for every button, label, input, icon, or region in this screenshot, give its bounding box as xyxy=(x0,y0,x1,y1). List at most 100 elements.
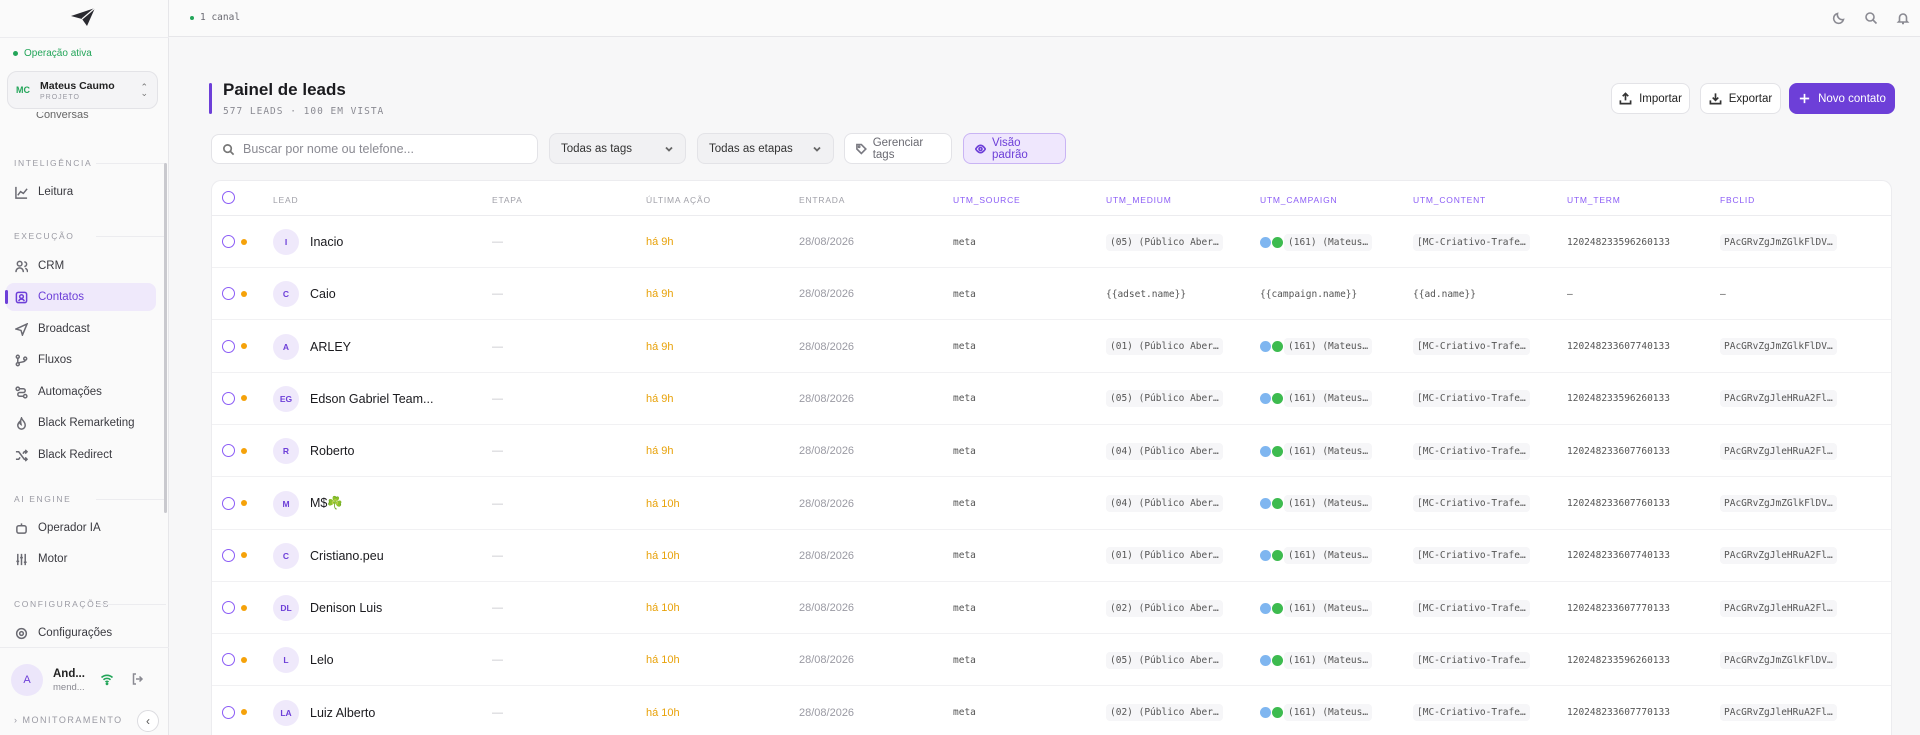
sidebar-item-leitura[interactable]: Leitura xyxy=(6,178,156,206)
operation-status: Operação ativa xyxy=(13,48,92,59)
search-input[interactable] xyxy=(243,142,523,156)
import-button[interactable]: Importar xyxy=(1611,83,1690,114)
manage-tags-label: Gerenciar tags xyxy=(872,136,924,161)
table-row[interactable]: I Inacio — há 9h 28/08/2026 meta (05) (Público… xyxy=(212,216,1891,268)
header-entrada[interactable]: ENTRADA xyxy=(799,195,845,205)
utm-campaign-cell: (161) (Mateus… xyxy=(1260,321,1405,373)
import-label: Importar xyxy=(1639,92,1682,105)
fbclid-cell: PAcGRvZgJmZGlkFlDV… xyxy=(1720,216,1865,268)
search-box[interactable] xyxy=(211,134,538,164)
table-row[interactable]: DL Denison Luis — há 10h 28/08/2026 meta (02) … xyxy=(212,582,1891,635)
new-contact-button[interactable]: Novo contato xyxy=(1789,83,1895,114)
table-row[interactable]: M M$☘️ — há 10h 28/08/2026 meta (04) (Público … xyxy=(212,478,1891,530)
sidebar-item-black-remarketing[interactable]: Black Remarketing xyxy=(6,409,156,437)
header-utm-source[interactable]: UTM_SOURCE xyxy=(953,195,1021,205)
header-lead[interactable]: LEAD xyxy=(273,195,298,205)
utm-campaign-cell: (161) (Mateus… xyxy=(1260,634,1405,686)
header-utm-content[interactable]: UTM_CONTENT xyxy=(1413,195,1486,205)
lead-cell[interactable]: C Caio xyxy=(273,268,483,320)
header-utm-medium[interactable]: UTM_MEDIUM xyxy=(1106,195,1172,205)
utm-medium-cell: (02) (Público Aber… xyxy=(1106,582,1251,634)
row-checkbox[interactable] xyxy=(222,391,235,405)
header-fbclid[interactable]: FBCLID xyxy=(1720,195,1755,205)
sidebar-item-fluxos[interactable]: Fluxos xyxy=(6,346,156,374)
utm-campaign-value: (161) (Mateus… xyxy=(1284,599,1373,617)
row-checkbox[interactable] xyxy=(222,548,235,562)
row-checkbox[interactable] xyxy=(222,601,235,615)
header-utm-campaign[interactable]: UTM_CAMPAIGN xyxy=(1260,195,1337,205)
last-action-cell: há 10h xyxy=(646,654,680,667)
sidebar-item-label: Motor xyxy=(38,553,68,565)
paper-plane-logo-icon[interactable] xyxy=(70,7,96,27)
sidebar-item-label: Black Remarketing xyxy=(38,417,135,429)
collapse-sidebar-button[interactable]: ‹ xyxy=(137,710,159,732)
logout-icon[interactable] xyxy=(131,672,145,686)
tags-select[interactable]: Todas as tags xyxy=(549,133,686,164)
sidebar-item-broadcast[interactable]: Broadcast xyxy=(6,315,156,343)
header-etapa[interactable]: ETAPA xyxy=(492,195,523,205)
fbclid-cell: PAcGRvZgJleHRuA2Fl… xyxy=(1720,582,1865,634)
table-row[interactable]: L Lelo — há 10h 28/08/2026 meta (05) (Público … xyxy=(212,634,1891,687)
bell-icon[interactable] xyxy=(1896,11,1910,25)
row-checkbox[interactable] xyxy=(222,287,235,301)
select-all-checkbox[interactable] xyxy=(222,191,235,204)
monitor-label: MONITORAMENTO xyxy=(22,715,123,725)
row-checkbox[interactable] xyxy=(222,235,235,248)
page-subtitle: 577 LEADS · 100 EM VISTA xyxy=(223,106,385,117)
status-dot-icon xyxy=(241,656,247,663)
sidebar-item-contatos[interactable]: Contatos xyxy=(5,283,156,311)
sidebar-item-conversas[interactable]: Conversas xyxy=(36,112,89,121)
lead-cell[interactable]: LA Luiz Alberto xyxy=(273,687,483,735)
utm-campaign-cell: (161) (Mateus… xyxy=(1260,373,1405,425)
table-row[interactable]: C Cristiano.peu — há 10h 28/08/2026 meta (01) … xyxy=(212,530,1891,582)
table-row[interactable]: C Caio — há 9h 28/08/2026 meta {{adset.name}} {… xyxy=(212,268,1891,321)
lead-cell[interactable]: R Roberto xyxy=(273,425,483,477)
moon-icon[interactable] xyxy=(1832,11,1846,25)
header-utm-term[interactable]: UTM_TERM xyxy=(1567,195,1621,205)
sidebar-item-configuracoes[interactable]: Configurações xyxy=(6,619,156,640)
manage-tags-button[interactable]: Gerenciar tags xyxy=(844,133,952,164)
sidebar-item-crm[interactable]: CRM xyxy=(6,252,156,280)
lead-cell[interactable]: M M$☘️ xyxy=(273,478,483,530)
header-ultima-acao[interactable]: ÚLTIMA AÇÃO xyxy=(646,195,711,205)
sidebar-item-operador-ia[interactable]: Operador IA xyxy=(6,514,156,542)
project-switcher[interactable]: MC Mateus Caumo PROJETO ⌃ ⌄ xyxy=(7,71,158,109)
row-checkbox[interactable] xyxy=(222,705,235,719)
row-checkbox[interactable] xyxy=(222,653,235,667)
sidebar-item-black-redirect[interactable]: Black Redirect xyxy=(6,441,156,469)
sidebar-item-motor[interactable]: Motor xyxy=(6,545,156,573)
table-row[interactable]: R Roberto — há 9h 28/08/2026 meta (04) (Públic… xyxy=(212,425,1891,478)
sidebar-nav[interactable]: Conversas INTELIGÊNCIA Leitura EXECUÇÃO … xyxy=(0,112,169,640)
lead-cell[interactable]: EG Edson Gabriel Team... xyxy=(273,373,483,425)
lead-cell[interactable]: L Lelo xyxy=(273,634,483,686)
monitoramento-toggle[interactable]: › MONITORAMENTO xyxy=(14,715,123,725)
stages-select[interactable]: Todas as etapas xyxy=(697,133,834,164)
divider xyxy=(96,163,166,164)
download-icon xyxy=(1709,93,1722,105)
row-checkbox[interactable] xyxy=(222,444,235,458)
lead-cell[interactable]: C Cristiano.peu xyxy=(273,530,483,582)
sidebar-item-automacoes[interactable]: Automações xyxy=(6,378,156,406)
entry-date-cell: 28/08/2026 xyxy=(799,445,855,458)
lead-name: ARLEY xyxy=(310,339,351,354)
table-row[interactable]: A ARLEY — há 9h 28/08/2026 meta (01) (Público … xyxy=(212,321,1891,373)
table-row[interactable]: EG Edson Gabriel Team... — há 9h 28/08/2026 m… xyxy=(212,373,1891,425)
export-button[interactable]: Exportar xyxy=(1700,83,1781,114)
channel-label: 1 canal xyxy=(200,12,241,23)
row-checkbox[interactable] xyxy=(222,339,235,353)
last-action-cell: há 10h xyxy=(646,706,680,719)
utm-source-cell: meta xyxy=(953,393,976,405)
user-profile[interactable]: A And... mend... xyxy=(11,664,85,696)
lead-cell[interactable]: DL Denison Luis xyxy=(273,582,483,634)
lead-cell[interactable]: A ARLEY xyxy=(273,321,483,373)
channel-status: 1 canal xyxy=(190,12,240,23)
sidebar-scrollbar[interactable] xyxy=(164,163,167,513)
table-row[interactable]: LA Luiz Alberto — há 10h 28/08/2026 meta (02) … xyxy=(212,687,1891,735)
utm-campaign-value: (161) (Mateus… xyxy=(1284,338,1373,356)
search-icon[interactable] xyxy=(1864,11,1878,25)
default-view-button[interactable]: Visão padrão xyxy=(963,133,1066,164)
utm-medium-value: {{adset.name}} xyxy=(1106,288,1187,300)
utm-campaign-cell: (161) (Mateus… xyxy=(1260,687,1405,735)
row-checkbox[interactable] xyxy=(222,496,235,510)
lead-cell[interactable]: I Inacio xyxy=(273,216,483,268)
